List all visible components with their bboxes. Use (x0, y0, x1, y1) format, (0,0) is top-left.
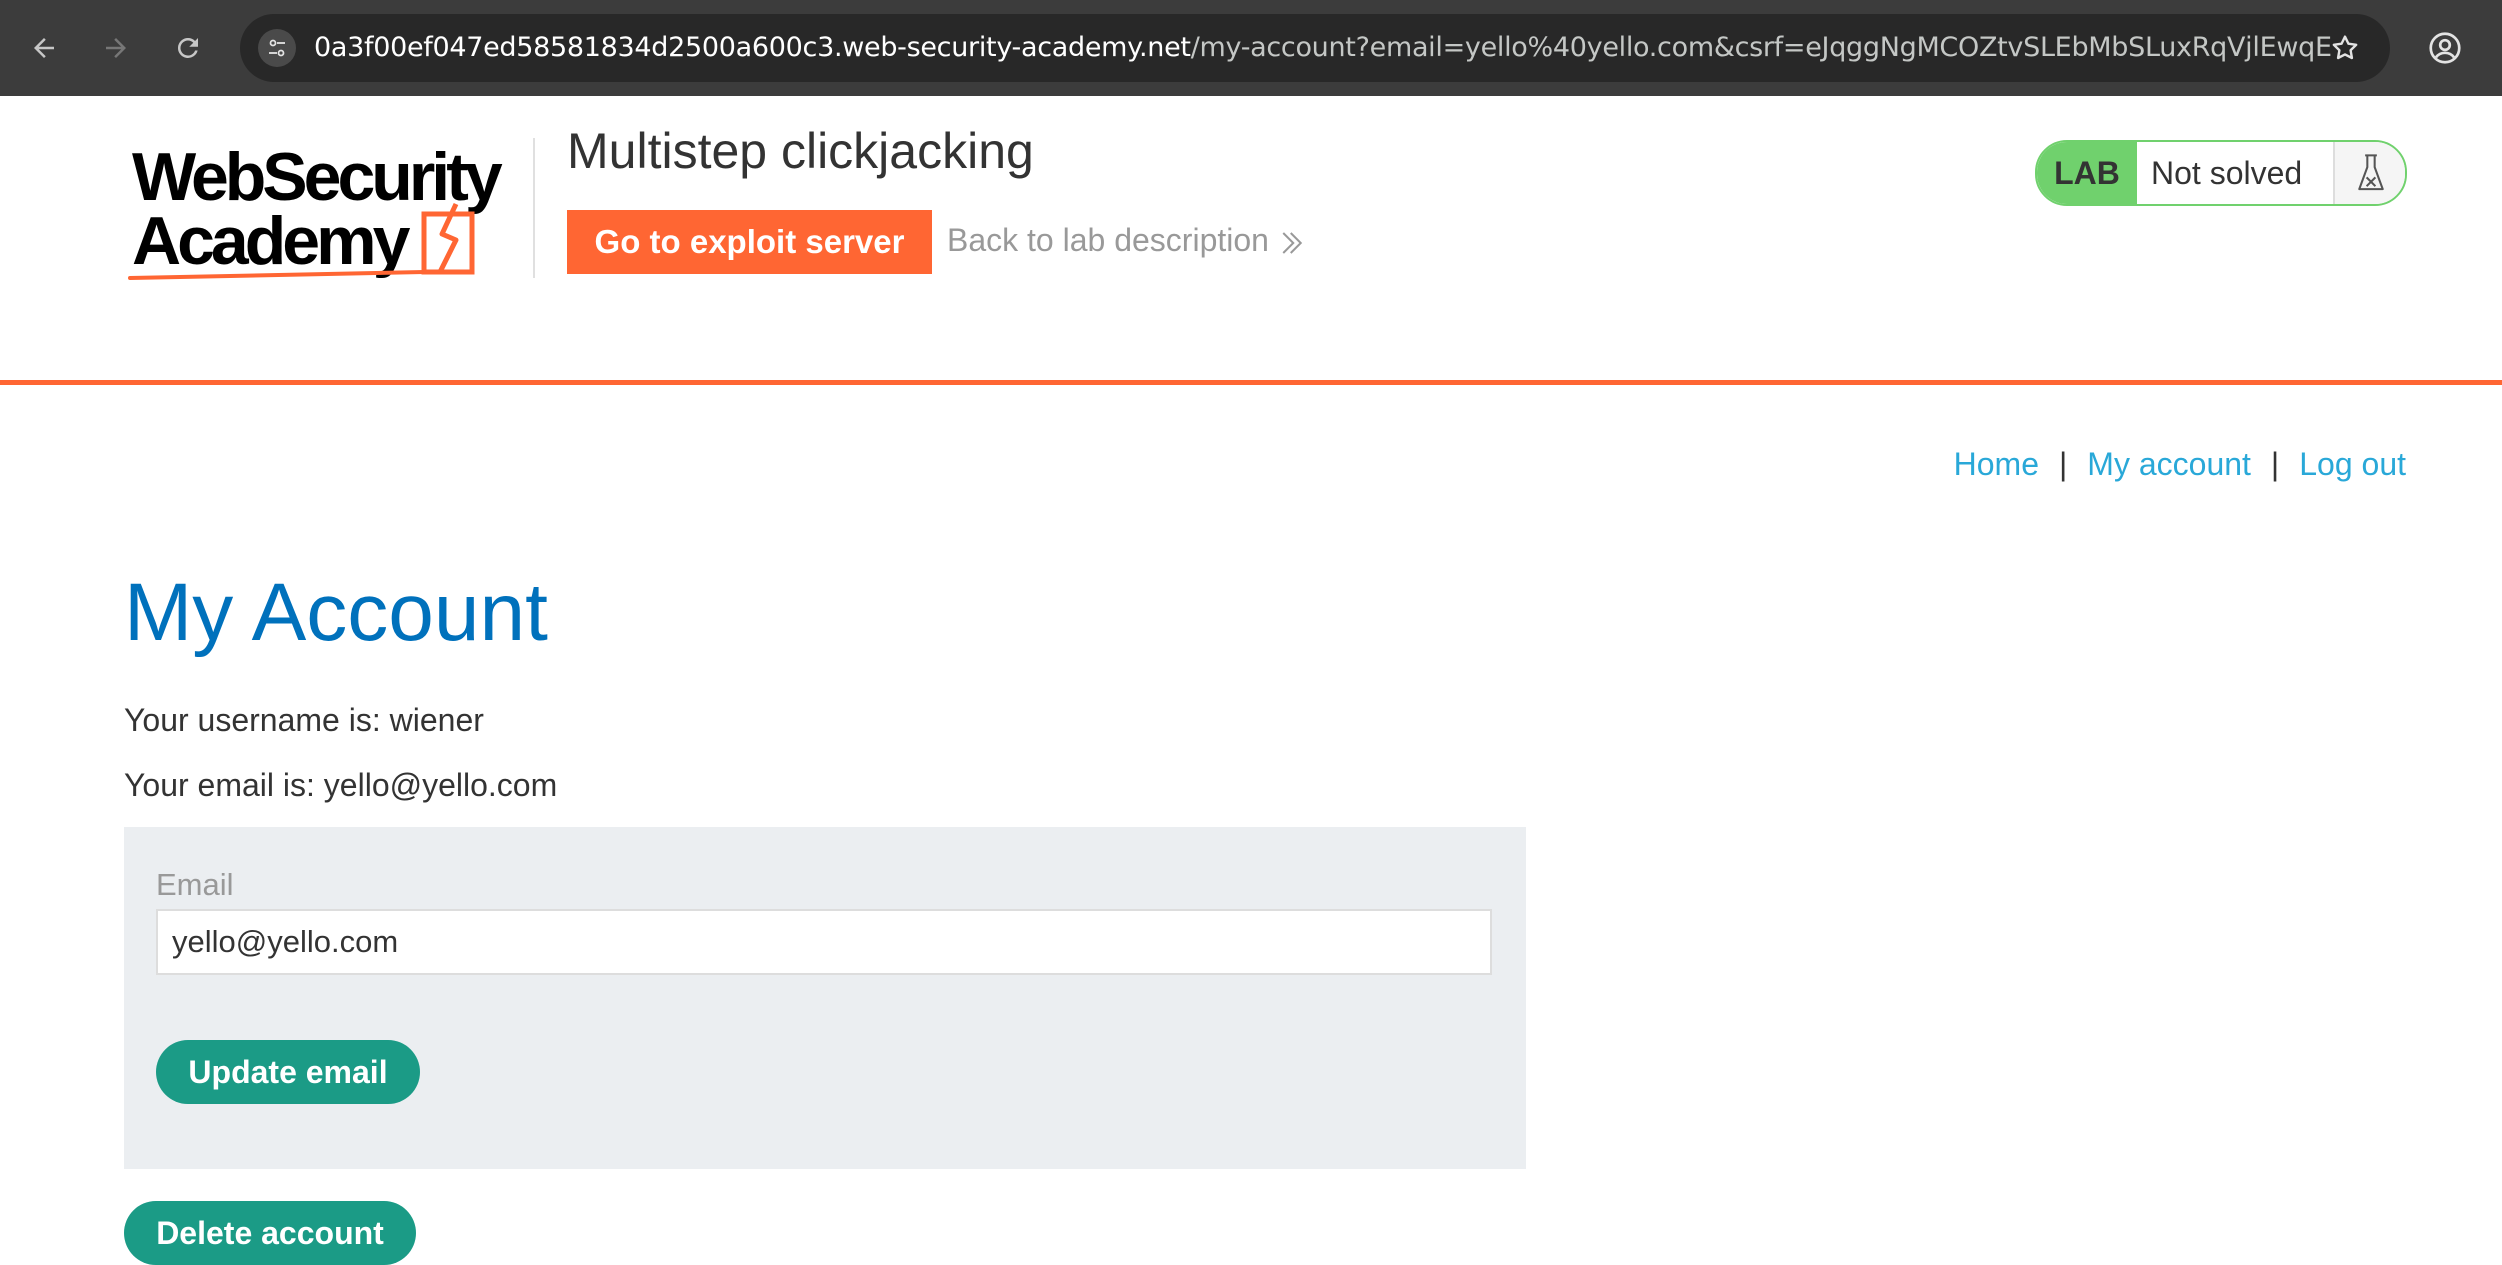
flask-icon (2358, 154, 2384, 191)
lab-flask-icon-box (2333, 142, 2405, 204)
browser-toolbar: 0a3f00ef047ed58581834d2500a600c3.web-sec… (0, 0, 2502, 96)
nav-log-out-link[interactable]: Log out (2299, 446, 2406, 482)
back-link-label: Back to lab description (947, 222, 1269, 258)
nav-separator: | (2058, 446, 2068, 482)
exploit-server-button[interactable]: Go to exploit server (567, 210, 932, 274)
page-title: My Account (124, 567, 548, 658)
url-host: 0a3f00ef047ed58581834d2500a600c3.web-sec… (314, 32, 1191, 63)
lab-status-text: Not solved (2151, 155, 2303, 191)
update-email-button[interactable]: Update email (156, 1040, 420, 1104)
lab-header: WebSecurity Academy Multistep clickjacki… (0, 96, 2502, 382)
reload-icon (177, 37, 198, 58)
email-text: Your email is: yello@yello.com (124, 767, 558, 803)
address-bar[interactable]: 0a3f00ef047ed58581834d2500a600c3.web-sec… (240, 14, 2390, 82)
profile-button[interactable] (2418, 21, 2472, 75)
header-divider (0, 380, 2502, 385)
account-circle-icon (2429, 32, 2461, 64)
email-input[interactable] (156, 909, 1492, 975)
web-security-academy-logo[interactable]: WebSecurity Academy (124, 136, 534, 286)
site-info-button[interactable] (258, 29, 296, 67)
back-to-description-link[interactable]: Back to lab description (947, 222, 1307, 259)
change-email-form: Email Update email (124, 827, 1526, 1169)
email-field-label: Email (156, 867, 234, 902)
url-path: /my-account?email=yello%40yello.com&csrf… (1190, 32, 2332, 63)
double-chevron-right-icon (1282, 231, 1303, 254)
nav-my-account-link[interactable]: My account (2087, 446, 2251, 482)
nav-separator: | (2270, 446, 2280, 482)
logo-divider (533, 138, 535, 278)
arrow-left-icon (34, 38, 54, 58)
lab-badge: LAB (2037, 142, 2137, 204)
reload-button[interactable] (164, 24, 212, 72)
url-text[interactable]: 0a3f00ef047ed58581834d2500a600c3.web-sec… (314, 30, 2332, 66)
username-text: Your username is: wiener (124, 702, 484, 738)
logo-line-2: Academy (132, 203, 411, 279)
top-navigation: Home | My account | Log out (1954, 446, 2406, 483)
nav-home-link[interactable]: Home (1954, 446, 2039, 482)
arrow-right-icon (106, 38, 126, 58)
forward-button[interactable] (92, 24, 140, 72)
lab-status-widget: LAB Not solved (2035, 140, 2407, 206)
tune-icon (269, 39, 285, 57)
delete-account-button[interactable]: Delete account (124, 1201, 416, 1265)
bookmark-button[interactable] (2318, 21, 2372, 75)
lab-title: Multistep clickjacking (567, 123, 1034, 179)
back-button[interactable] (20, 24, 68, 72)
star-icon (2332, 35, 2358, 60)
